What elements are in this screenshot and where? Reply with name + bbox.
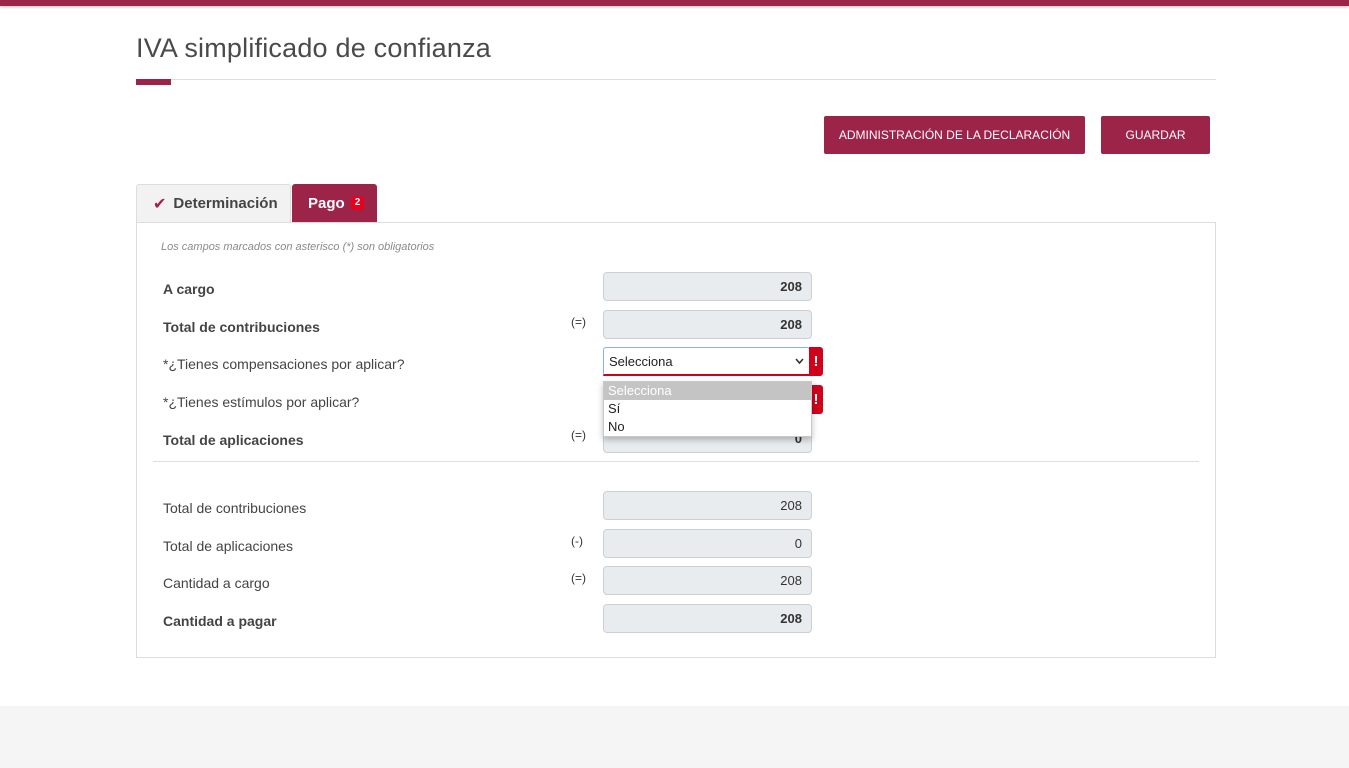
dropdown-option[interactable]: Selecciona	[604, 382, 811, 400]
cantidad-cargo-field: 208	[603, 566, 812, 595]
section-divider	[153, 461, 1199, 462]
estimulos-label: *¿Tienes estímulos por aplicar?	[163, 394, 360, 410]
top-accent-bar	[0, 0, 1349, 6]
equals-operator: (=)	[571, 428, 586, 442]
summary-total-contribuciones-label: Total de contribuciones	[163, 500, 307, 516]
title-divider	[136, 79, 1216, 80]
check-icon: ✔	[153, 195, 167, 213]
equals-operator: (=)	[571, 571, 586, 585]
title-accent	[136, 79, 171, 85]
tab-determinacion[interactable]: ✔ Determinación	[136, 184, 291, 222]
tab-label: Determinación	[173, 195, 278, 212]
page-title: IVA simplificado de confianza	[136, 33, 491, 63]
a-cargo-field: 208	[603, 272, 812, 301]
compensaciones-dropdown-list: Selecciona Sí No	[603, 381, 812, 437]
dropdown-option[interactable]: No	[604, 418, 811, 436]
select-value: Selecciona	[609, 354, 673, 369]
required-fields-note: Los campos marcados con asterisco (*) so…	[161, 241, 435, 253]
summary-total-contribuciones-field: 208	[603, 491, 812, 520]
required-warning-icon: !	[809, 347, 823, 376]
page-footer	[0, 706, 1349, 768]
compensaciones-select[interactable]: Selecciona	[603, 347, 810, 376]
summary-total-aplicaciones-field: 0	[603, 529, 812, 558]
total-contribuciones-label: Total de contribuciones	[163, 319, 320, 335]
total-contribuciones-field: 208	[603, 310, 812, 339]
admin-declaration-button[interactable]: ADMINISTRACIÓN DE LA DECLARACIÓN	[824, 116, 1085, 154]
cantidad-pagar-label: Cantidad a pagar	[163, 613, 277, 629]
tab-label: Pago	[308, 194, 345, 212]
total-aplicaciones-label: Total de aplicaciones	[163, 432, 304, 448]
notification-badge: 2	[350, 196, 365, 210]
cantidad-pagar-field: 208	[603, 604, 812, 633]
save-button[interactable]: GUARDAR	[1101, 116, 1210, 154]
tab-pago[interactable]: Pago 2	[292, 184, 377, 222]
summary-total-aplicaciones-label: Total de aplicaciones	[163, 538, 293, 554]
cantidad-cargo-label: Cantidad a cargo	[163, 575, 270, 591]
equals-operator: (=)	[571, 315, 586, 329]
a-cargo-label: A cargo	[163, 281, 215, 297]
compensaciones-label: *¿Tienes compensaciones por aplicar?	[163, 356, 405, 372]
minus-operator: (-)	[571, 534, 583, 548]
dropdown-option[interactable]: Sí	[604, 400, 811, 418]
